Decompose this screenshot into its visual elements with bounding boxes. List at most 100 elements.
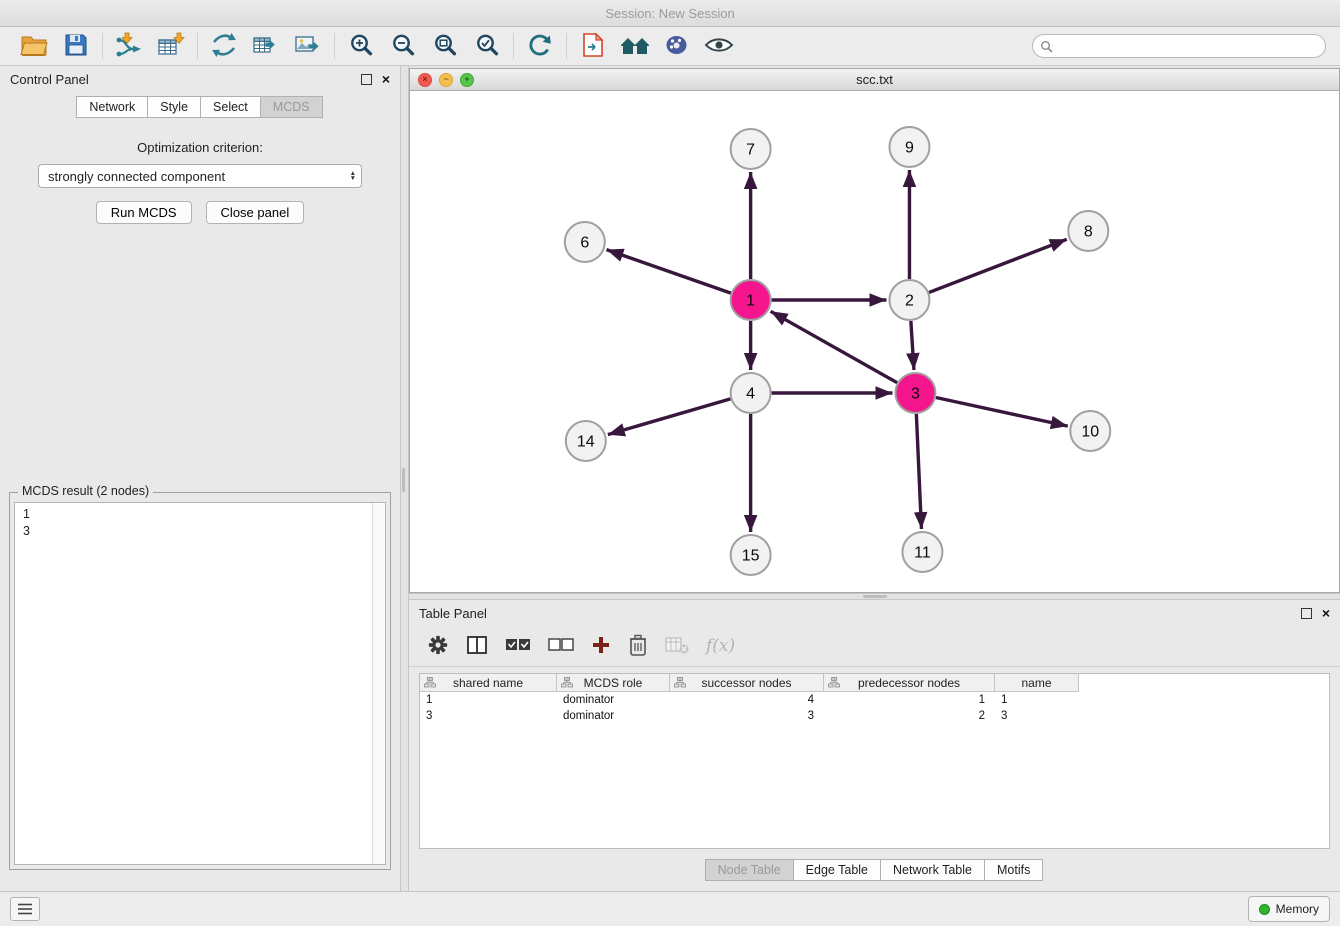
cell-name[interactable]: 1 bbox=[995, 694, 1079, 706]
show-graphics-details-button[interactable] bbox=[702, 30, 736, 62]
graph-node-11[interactable]: 11 bbox=[902, 532, 942, 572]
open-session-button[interactable] bbox=[17, 30, 51, 62]
graph-node-10[interactable]: 10 bbox=[1070, 411, 1110, 451]
graph-edge-2-3[interactable] bbox=[911, 321, 914, 370]
network-window: × − + scc.txt 7 9 6 8 1 2 4 3 14 10 15 11 bbox=[409, 68, 1340, 593]
criterion-dropdown[interactable]: strongly connected component ▲▼ bbox=[38, 164, 362, 188]
open-folder-icon bbox=[20, 33, 48, 60]
column-header-successor-nodes[interactable]: successor nodes bbox=[670, 674, 824, 692]
graph-edge-3-10[interactable] bbox=[936, 398, 1068, 427]
import-table-button[interactable] bbox=[154, 30, 188, 62]
tab-node-table[interactable]: Node Table bbox=[705, 859, 794, 881]
add-row-button[interactable] bbox=[591, 635, 611, 658]
function-builder-button[interactable]: f(x) bbox=[706, 636, 735, 656]
tab-network[interactable]: Network bbox=[76, 96, 148, 118]
mcds-result-title: MCDS result (2 nodes) bbox=[18, 484, 153, 498]
network-canvas[interactable]: 7 9 6 8 1 2 4 3 14 10 15 11 bbox=[410, 91, 1339, 592]
status-bar: Memory bbox=[0, 891, 1340, 926]
import-network-button[interactable] bbox=[112, 30, 146, 62]
graph-node-1[interactable]: 1 bbox=[731, 280, 771, 320]
graph-node-2[interactable]: 2 bbox=[889, 280, 929, 320]
graph-node-15[interactable]: 15 bbox=[731, 535, 771, 575]
graph-node-7[interactable]: 7 bbox=[731, 129, 771, 169]
zoom-in-button[interactable] bbox=[344, 30, 378, 62]
run-mcds-button[interactable]: Run MCDS bbox=[96, 201, 192, 224]
close-panel-icon[interactable]: × bbox=[382, 72, 390, 86]
splitter-grip[interactable] bbox=[402, 468, 405, 492]
zoom-out-button[interactable] bbox=[386, 30, 420, 62]
table-settings-button[interactable] bbox=[427, 634, 449, 659]
export-image-button[interactable] bbox=[291, 30, 325, 62]
graph-edge-2-8[interactable] bbox=[929, 239, 1067, 292]
show-columns-button[interactable] bbox=[466, 634, 488, 659]
cell-mcds-role[interactable]: dominator bbox=[557, 710, 670, 722]
control-panel-tabs: Network Style Select MCDS bbox=[0, 96, 400, 118]
graph-node-9[interactable]: 9 bbox=[889, 127, 929, 167]
tab-mcds[interactable]: MCDS bbox=[260, 96, 323, 118]
splitter-grip[interactable] bbox=[863, 595, 887, 598]
column-header-shared-name[interactable]: shared name bbox=[420, 674, 557, 692]
table-row[interactable]: 1 dominator 4 1 1 bbox=[420, 692, 1329, 708]
graph-edge-3-1[interactable] bbox=[771, 311, 898, 382]
cell-shared-name[interactable]: 1 bbox=[420, 694, 557, 706]
graph-node-3[interactable]: 3 bbox=[895, 373, 935, 413]
home-button[interactable] bbox=[618, 30, 652, 62]
network-and-table-area: × − + scc.txt 7968124314101511 Table Pan… bbox=[409, 66, 1340, 891]
maximize-window-icon[interactable]: + bbox=[460, 73, 474, 87]
save-session-button[interactable] bbox=[59, 30, 93, 62]
float-panel-icon[interactable] bbox=[1301, 608, 1312, 619]
graph-node-6[interactable]: 6 bbox=[565, 222, 605, 262]
tab-select[interactable]: Select bbox=[200, 96, 261, 118]
zoom-fit-button[interactable] bbox=[428, 30, 462, 62]
deselect-all-button[interactable] bbox=[548, 637, 574, 656]
cell-shared-name[interactable]: 3 bbox=[420, 710, 557, 722]
float-panel-icon[interactable] bbox=[361, 74, 372, 85]
table-row[interactable]: 3 dominator 3 2 3 bbox=[420, 708, 1329, 724]
column-header-mcds-role[interactable]: MCDS role bbox=[557, 674, 670, 692]
horizontal-splitter[interactable] bbox=[409, 593, 1340, 600]
criterion-dropdown-value: strongly connected component bbox=[48, 169, 225, 184]
export-network-button[interactable] bbox=[207, 30, 241, 62]
graph-edge-1-6[interactable] bbox=[606, 250, 730, 294]
cell-predecessor-nodes[interactable]: 2 bbox=[824, 710, 995, 722]
tab-edge-table[interactable]: Edge Table bbox=[793, 859, 881, 881]
memory-button[interactable]: Memory bbox=[1248, 896, 1330, 922]
graph-node-4[interactable]: 4 bbox=[731, 373, 771, 413]
close-panel-icon[interactable]: × bbox=[1322, 606, 1330, 620]
result-scrollbar[interactable] bbox=[372, 503, 385, 864]
delete-table-button[interactable] bbox=[665, 635, 689, 658]
close-window-icon[interactable]: × bbox=[418, 73, 432, 87]
tab-style[interactable]: Style bbox=[147, 96, 201, 118]
delete-row-button[interactable] bbox=[628, 633, 648, 660]
cell-name[interactable]: 3 bbox=[995, 710, 1079, 722]
close-panel-button[interactable]: Close panel bbox=[206, 201, 305, 224]
column-header-name[interactable]: name bbox=[995, 674, 1079, 692]
apply-style-button[interactable] bbox=[660, 30, 694, 62]
column-header-predecessor-nodes[interactable]: predecessor nodes bbox=[824, 674, 995, 692]
tab-motifs[interactable]: Motifs bbox=[984, 859, 1043, 881]
search-input[interactable] bbox=[1032, 34, 1326, 58]
apply-layout-button[interactable] bbox=[523, 30, 557, 62]
network-window-titlebar[interactable]: × − + scc.txt bbox=[410, 69, 1339, 91]
export-table-button[interactable] bbox=[249, 30, 283, 62]
graph-edge-4-14[interactable] bbox=[608, 399, 731, 435]
tab-network-table[interactable]: Network Table bbox=[880, 859, 985, 881]
task-history-button[interactable] bbox=[10, 897, 40, 921]
graph-edge-3-11[interactable] bbox=[916, 414, 921, 529]
cell-successor-nodes[interactable]: 4 bbox=[670, 694, 824, 706]
zoom-selected-button[interactable] bbox=[470, 30, 504, 62]
control-panel-title: Control Panel bbox=[10, 72, 89, 87]
titlebar[interactable]: Session: New Session bbox=[0, 0, 1340, 27]
cell-mcds-role[interactable]: dominator bbox=[557, 694, 670, 706]
network-window-title: scc.txt bbox=[410, 72, 1339, 87]
open-file-button[interactable] bbox=[576, 30, 610, 62]
graph-node-14[interactable]: 14 bbox=[566, 421, 606, 461]
select-all-button[interactable] bbox=[505, 637, 531, 656]
minimize-window-icon[interactable]: − bbox=[439, 73, 453, 87]
mcds-result-area[interactable]: 1 3 bbox=[14, 502, 386, 865]
vertical-splitter[interactable] bbox=[400, 66, 409, 891]
cell-successor-nodes[interactable]: 3 bbox=[670, 710, 824, 722]
cell-predecessor-nodes[interactable]: 1 bbox=[824, 694, 995, 706]
network-graph[interactable]: 7 9 6 8 1 2 4 3 14 10 15 11 bbox=[410, 91, 1339, 592]
graph-node-8[interactable]: 8 bbox=[1068, 211, 1108, 251]
